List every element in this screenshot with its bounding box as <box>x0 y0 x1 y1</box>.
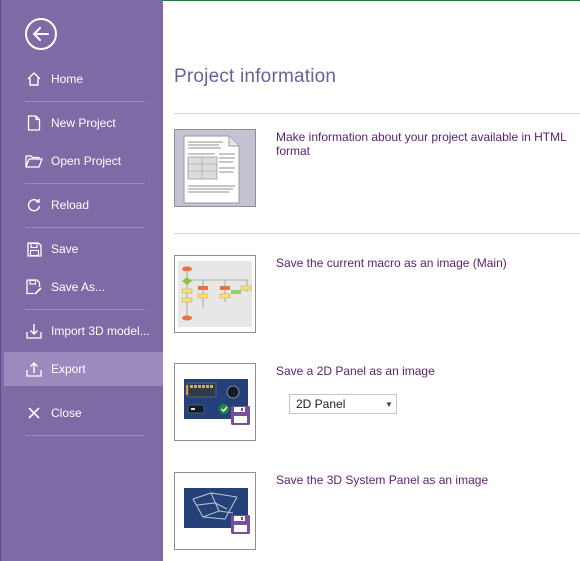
nav-reload-label: Reload <box>51 198 90 212</box>
back-button[interactable] <box>25 18 57 50</box>
reload-icon <box>25 196 43 214</box>
flowchart-thumbnail <box>178 261 252 327</box>
separator <box>25 101 145 102</box>
separator <box>25 309 145 310</box>
nav-import-3d-model-label: Import 3D model... <box>51 324 150 338</box>
panel-select-value: 2D Panel <box>296 397 346 411</box>
divider <box>174 113 580 114</box>
home-icon <box>25 70 43 88</box>
nav-save[interactable]: Save <box>4 233 163 265</box>
macro-image-label[interactable]: Save the current macro as an image (Main… <box>276 256 507 270</box>
nav-close[interactable]: Close <box>4 397 163 429</box>
nav-save-as[interactable]: Save As... <box>4 271 163 303</box>
separator <box>25 227 145 228</box>
nav-new-project-label: New Project <box>51 116 116 130</box>
divider <box>174 233 580 234</box>
nav-save-as-label: Save As... <box>51 280 106 294</box>
back-arrow-icon <box>33 27 49 41</box>
panel-select[interactable]: 2D Panel ▼ <box>289 394 397 414</box>
html-export-thumbnail[interactable] <box>174 129 256 207</box>
close-icon <box>25 404 43 422</box>
3d-panel-image-thumbnail[interactable] <box>174 472 256 550</box>
separator <box>25 183 145 184</box>
import-icon <box>25 322 43 340</box>
nav-export-label: Export <box>51 362 86 376</box>
new-document-icon <box>25 114 43 132</box>
nav-home-label: Home <box>51 72 84 86</box>
nav-export[interactable]: Export <box>4 352 163 386</box>
save-icon <box>25 240 43 258</box>
save-as-icon <box>25 278 43 296</box>
2d-panel-thumbnail <box>184 379 250 425</box>
2d-panel-image-label[interactable]: Save a 2D Panel as an image <box>276 364 435 378</box>
export-icon <box>25 360 43 378</box>
chevron-down-icon: ▼ <box>385 399 393 409</box>
nav-save-label: Save <box>51 242 79 256</box>
open-folder-icon <box>25 152 43 170</box>
nav-new-project[interactable]: New Project <box>4 107 163 139</box>
nav-reload[interactable]: Reload <box>4 189 163 221</box>
nav-home[interactable]: Home <box>4 63 163 95</box>
2d-panel-image-thumbnail[interactable] <box>174 363 256 441</box>
backstage-sidebar: Home New Project Open Project Reload Sav… <box>0 0 163 561</box>
nav-close-label: Close <box>51 406 82 420</box>
html-export-label[interactable]: Make information about your project avai… <box>276 130 580 158</box>
html-document-thumbnail <box>183 135 240 204</box>
nav-open-project-label: Open Project <box>51 154 122 168</box>
macro-image-thumbnail[interactable] <box>174 255 256 333</box>
separator <box>25 435 145 436</box>
nav-import-3d-model[interactable]: Import 3D model... <box>4 315 163 347</box>
page-title: Project information <box>174 66 337 87</box>
3d-panel-image-label[interactable]: Save the 3D System Panel as an image <box>276 473 488 487</box>
3d-panel-thumbnail <box>184 488 250 534</box>
nav-open-project[interactable]: Open Project <box>4 145 163 177</box>
